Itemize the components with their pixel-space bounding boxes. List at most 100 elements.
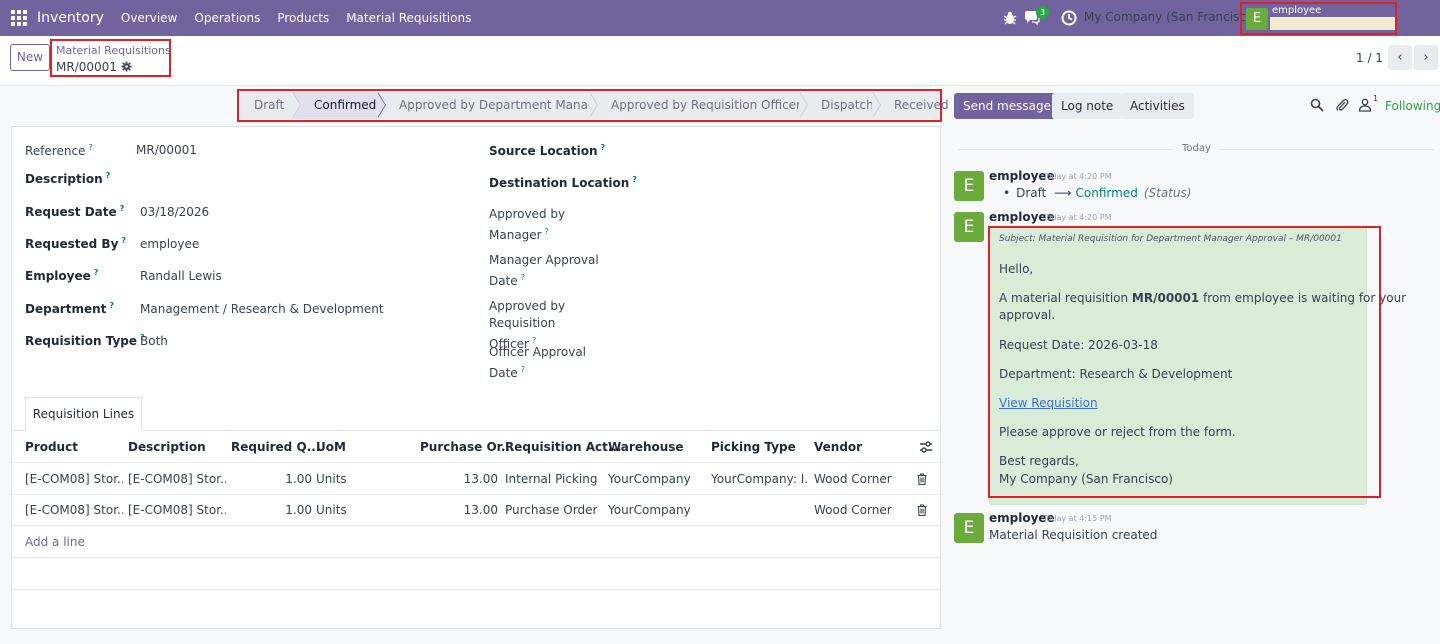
col-purchase-order[interactable]: Purchase Or... xyxy=(420,440,515,454)
search-icon[interactable] xyxy=(1310,98,1324,112)
row-divider xyxy=(12,589,940,590)
email-regards: Best regards, xyxy=(999,454,1079,468)
record-name: MR/00001 xyxy=(56,60,117,74)
message-avatar[interactable]: E xyxy=(954,171,984,201)
following-button[interactable]: Following xyxy=(1385,99,1440,113)
col-uom[interactable]: UoM xyxy=(316,440,346,454)
statusbar: Draft Confirmed Approved by Department M… xyxy=(240,92,949,119)
tab-requisition-lines[interactable]: Requisition Lines xyxy=(25,397,142,431)
row2-uom[interactable]: Units xyxy=(316,503,347,517)
pager-next-button[interactable]: › xyxy=(1414,45,1438,70)
menu-operations[interactable]: Operations xyxy=(194,11,260,25)
tab-divider xyxy=(12,430,940,431)
breadcrumb-current: MR/00001 xyxy=(56,60,132,74)
arrow-right-icon: ⟶ xyxy=(1054,186,1072,200)
send-message-button[interactable]: Send message xyxy=(954,93,1060,119)
control-panel: New Material Requisitions MR/00001 1 / 1… xyxy=(0,36,1440,86)
request-date-field[interactable]: 03/18/2026 xyxy=(140,205,209,219)
manager-approval-date-label: Manager Approval Date? xyxy=(489,253,599,288)
app-name[interactable]: Inventory xyxy=(37,10,104,26)
log-note-button[interactable]: Log note xyxy=(1052,93,1123,119)
reference-value: MR/00001 xyxy=(136,143,197,157)
requisition-type-field[interactable]: Both xyxy=(140,334,168,348)
optional-columns-icon[interactable] xyxy=(919,440,933,454)
message-avatar[interactable]: E xyxy=(954,212,984,242)
message-timestamp: Today at 4:20 PM xyxy=(1043,213,1112,222)
gear-icon[interactable] xyxy=(121,61,132,72)
employee-field[interactable]: Randall Lewis xyxy=(140,269,222,283)
stage-draft[interactable]: Draft xyxy=(240,92,301,119)
debug-bug-icon[interactable] xyxy=(1002,10,1018,26)
tracking-field-name: (Status) xyxy=(1143,186,1192,200)
row2-warehouse[interactable]: YourCompany xyxy=(608,503,691,517)
breadcrumb: Material Requisitions MR/00001 xyxy=(50,39,171,77)
menu-products[interactable]: Products xyxy=(277,11,329,25)
menu-material-requisitions[interactable]: Material Requisitions xyxy=(346,11,471,25)
new-button[interactable]: New xyxy=(10,44,50,71)
row1-qty[interactable]: 1.00 xyxy=(272,472,312,486)
stage-approved-by-department-manager[interactable]: Approved by Department Manager xyxy=(377,92,608,119)
row-divider xyxy=(12,557,940,558)
requested-by-field[interactable]: employee xyxy=(140,237,199,251)
email-subject: Subject: Material Requisition for Depart… xyxy=(999,234,1342,244)
row2-purchase[interactable]: 13.00 xyxy=(452,503,498,517)
apps-menu-icon[interactable] xyxy=(11,10,27,26)
company-switcher[interactable]: My Company (San Francisco) xyxy=(1084,10,1258,24)
user-menu[interactable]: E employee xyxy=(1240,2,1397,35)
row2-description[interactable]: [E-COM08] Stor... xyxy=(128,503,226,517)
col-product[interactable]: Product xyxy=(25,440,78,454)
messages-count-badge: 3 xyxy=(1036,6,1049,19)
row1-picking-type[interactable]: YourCompany: I... xyxy=(711,472,809,486)
col-required-qty[interactable]: Required Q... xyxy=(231,440,320,454)
stage-confirmed[interactable]: Confirmed xyxy=(292,92,386,119)
request-date-label: Request Date? xyxy=(25,204,125,219)
followers-icon[interactable] xyxy=(1358,98,1372,112)
email-body-line: A material requisition MR/00001 from emp… xyxy=(999,291,1407,305)
requested-by-label: Requested By? xyxy=(25,236,127,251)
row1-delete-icon[interactable] xyxy=(917,473,927,485)
breadcrumb-parent-link[interactable]: Material Requisitions xyxy=(56,44,171,57)
row1-action[interactable]: Internal Picking xyxy=(505,472,597,486)
row2-vendor[interactable]: Wood Corner xyxy=(814,503,892,517)
col-picking-type[interactable]: Picking Type xyxy=(711,440,796,454)
message-avatar[interactable]: E xyxy=(954,513,984,543)
row2-delete-icon[interactable] xyxy=(917,504,927,516)
description-label: Description? xyxy=(25,171,111,186)
row2-action[interactable]: Purchase Order xyxy=(505,503,597,517)
row1-uom[interactable]: Units xyxy=(316,472,347,486)
row1-warehouse[interactable]: YourCompany xyxy=(608,472,691,486)
stage-dispatch[interactable]: Dispatch xyxy=(799,92,881,119)
row2-qty[interactable]: 1.00 xyxy=(272,503,312,517)
row1-product[interactable]: [E-COM08] Stor... xyxy=(25,472,123,486)
date-divider-label: Today xyxy=(1182,143,1211,154)
source-location-label: Source Location? xyxy=(489,143,606,158)
paperclip-icon[interactable] xyxy=(1335,98,1349,112)
message-timestamp: Today at 4:20 PM xyxy=(1043,172,1112,181)
row1-purchase[interactable]: 13.00 xyxy=(452,472,498,486)
activity-clock-icon[interactable] xyxy=(1061,10,1077,26)
row1-description[interactable]: [E-COM08] Stor... xyxy=(128,472,226,486)
add-a-line-link[interactable]: Add a line xyxy=(25,535,85,549)
department-field[interactable]: Management / Research & Development xyxy=(140,302,384,316)
tracking-old-value: Draft xyxy=(1016,186,1047,200)
activities-button[interactable]: Activities xyxy=(1121,93,1194,119)
email-body-line-cont: approval. xyxy=(999,308,1056,322)
row1-vendor[interactable]: Wood Corner xyxy=(814,472,892,486)
stage-approved-by-requisition-officer[interactable]: Approved by Requisition Officer xyxy=(589,92,808,119)
stage-received[interactable]: Received xyxy=(872,92,949,119)
menu-overview[interactable]: Overview xyxy=(121,11,178,25)
form-sheet: Reference? MR/00001 Description? Request… xyxy=(11,126,941,629)
view-requisition-link[interactable]: View Requisition xyxy=(999,396,1098,410)
followers-count: 1 xyxy=(1373,94,1379,103)
row2-product[interactable]: [E-COM08] Stor... xyxy=(25,503,123,517)
approved-by-manager-label: Approved by Manager? xyxy=(489,207,566,242)
row-divider xyxy=(12,494,940,495)
row-divider xyxy=(12,525,940,526)
col-description[interactable]: Description xyxy=(128,440,206,454)
date-divider-left xyxy=(958,149,1173,150)
col-vendor[interactable]: Vendor xyxy=(814,440,862,454)
pager-previous-button[interactable]: ‹ xyxy=(1388,45,1412,70)
col-requisition-action[interactable]: Requisition Act... xyxy=(505,440,622,454)
pager-value[interactable]: 1 / 1 xyxy=(1356,51,1383,65)
col-warehouse[interactable]: Warehouse xyxy=(608,440,684,454)
